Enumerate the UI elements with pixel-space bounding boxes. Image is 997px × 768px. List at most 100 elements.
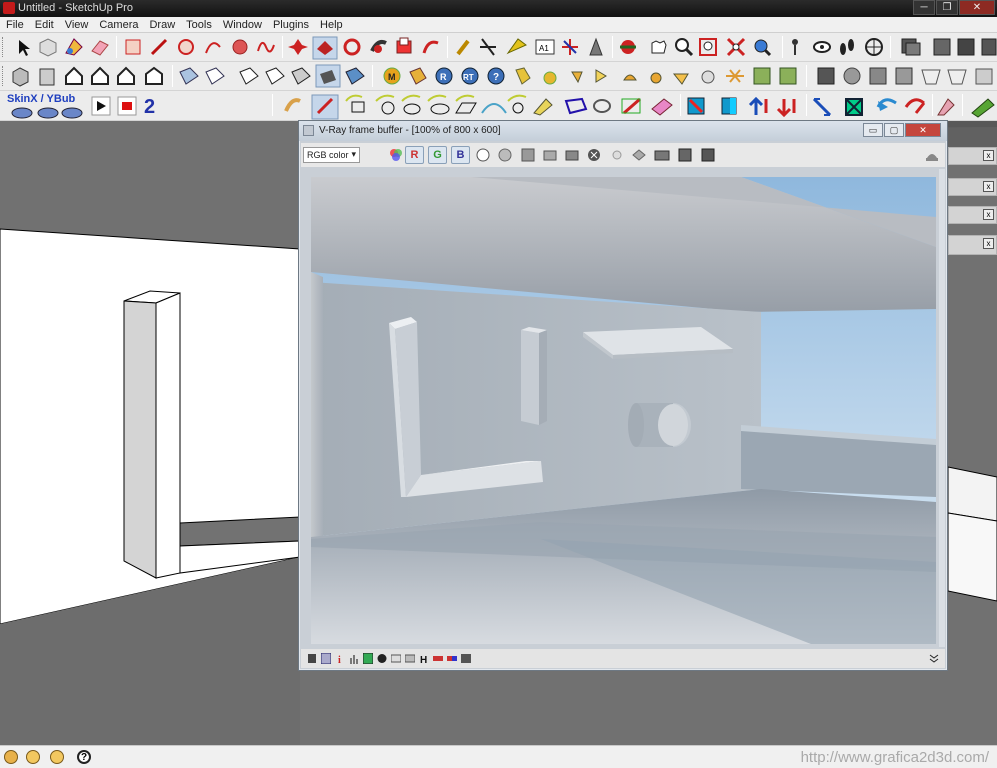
front-view-icon[interactable] [65, 66, 83, 85]
region-render-icon[interactable] [630, 146, 648, 164]
dimension-tool-icon[interactable] [480, 38, 496, 56]
fredoscale-icon[interactable] [621, 97, 641, 115]
menu-edit[interactable]: Edit [29, 17, 59, 32]
link-to-view-icon[interactable] [653, 146, 671, 164]
clear-image-icon[interactable] [541, 146, 559, 164]
vfb-close-button[interactable]: ✕ [905, 123, 941, 137]
vray-proxy-import-icon[interactable] [779, 67, 797, 85]
intersect-icon[interactable] [975, 68, 993, 85]
exposure-icon[interactable] [377, 653, 387, 664]
ab-compare-icon[interactable] [447, 653, 457, 664]
bezier-square-icon[interactable] [345, 94, 365, 113]
move-down-icon[interactable] [776, 99, 796, 118]
scale-tool-icon[interactable] [396, 37, 412, 54]
pan-tool-icon[interactable] [651, 40, 667, 54]
protractor-icon[interactable] [506, 38, 527, 55]
shaded-textures-style-icon[interactable] [315, 64, 341, 88]
histogram-icon[interactable] [349, 653, 359, 664]
vray-proxy-export-icon[interactable] [753, 67, 771, 85]
text-tool-icon[interactable]: A1 [535, 39, 555, 55]
show-corrections-icon[interactable] [676, 146, 694, 164]
erase-gradient-icon[interactable] [651, 98, 673, 116]
unfold-icon[interactable] [937, 98, 955, 116]
close-icon[interactable]: x [983, 150, 994, 161]
zoom-extents-icon[interactable] [726, 37, 746, 57]
vray-dome-light-icon[interactable] [701, 70, 715, 84]
materials-icon[interactable] [901, 38, 921, 56]
line-tool-icon[interactable] [150, 38, 168, 56]
bezier-settings-icon[interactable] [593, 99, 611, 113]
vray-options-icon[interactable] [409, 67, 427, 85]
tray-panel-1[interactable]: x [948, 147, 997, 165]
h-icon[interactable]: H [419, 653, 429, 664]
flip-icon[interactable] [845, 98, 863, 116]
vray-ies-light-icon[interactable] [672, 73, 689, 85]
arc-tool-icon[interactable] [205, 42, 221, 54]
maximize-button[interactable]: ❐ [936, 0, 958, 15]
rotate-left-icon[interactable] [876, 98, 897, 111]
vray-help-icon[interactable]: ? [487, 67, 505, 85]
push-pull-icon[interactable] [312, 36, 338, 60]
vfb-title-bar[interactable]: V-Ray frame buffer - [100% of 800 x 600]… [299, 121, 947, 141]
bezier-pen-icon[interactable] [533, 98, 553, 116]
save-image-icon[interactable] [519, 146, 537, 164]
section-display-icon[interactable] [817, 67, 835, 85]
close-button[interactable]: ✕ [959, 0, 995, 15]
vray-rt-render-icon[interactable]: RT [461, 67, 479, 85]
track-mouse-icon[interactable] [608, 146, 626, 164]
levels-icon[interactable] [321, 653, 331, 664]
alpha-channel-icon[interactable] [474, 146, 492, 164]
zoom-tool-icon[interactable] [675, 38, 694, 57]
vray-frame-buffer-window[interactable]: V-Ray frame buffer - [100% of 800 x 600]… [298, 120, 948, 671]
paint-bucket-icon[interactable] [65, 38, 83, 56]
component-tool-icon[interactable] [39, 38, 57, 57]
teapot-render-icon[interactable] [923, 146, 941, 164]
zoom-window-icon[interactable] [699, 38, 717, 56]
minimize-button[interactable]: ─ [913, 0, 935, 15]
skin-face-icon[interactable] [61, 107, 83, 119]
components-icon[interactable] [933, 38, 951, 56]
rendered-image[interactable] [311, 177, 936, 644]
credits-icon[interactable] [26, 750, 40, 764]
help-icon[interactable]: ? [77, 750, 91, 764]
right-view-icon[interactable] [91, 66, 109, 85]
layers-icon[interactable] [981, 38, 997, 56]
menu-window[interactable]: Window [217, 17, 267, 32]
tray-panel-4[interactable]: x [948, 235, 997, 255]
vray-spot-light-icon[interactable] [595, 69, 607, 83]
bezier-polygon-icon[interactable] [401, 94, 421, 115]
menu-camera[interactable]: Camera [93, 17, 143, 32]
ybub-icon[interactable] [37, 107, 59, 119]
pixel-info-icon[interactable] [699, 146, 717, 164]
tray-panel-3[interactable]: x [948, 206, 997, 224]
user-icon[interactable] [50, 750, 64, 764]
duplicate-to-host-icon[interactable] [563, 146, 581, 164]
skinx-icon[interactable] [11, 107, 33, 119]
styles-icon[interactable] [957, 38, 975, 56]
vfb-scrollbar[interactable] [939, 169, 945, 647]
circle-tool-icon[interactable] [178, 39, 194, 55]
iso-view-icon[interactable] [12, 67, 29, 87]
rotate-tool-icon[interactable] [343, 38, 361, 56]
left-view-icon[interactable] [145, 66, 163, 85]
bezier-parallelogram-icon[interactable] [455, 94, 477, 114]
green-channel-toggle[interactable]: G [428, 146, 447, 164]
paint-layer-icon[interactable] [971, 98, 995, 118]
xray-style-icon[interactable] [179, 67, 199, 85]
menu-view[interactable]: View [59, 17, 94, 32]
hidden-line-style-icon[interactable] [265, 67, 285, 85]
vray-frame-buffer-icon[interactable] [515, 67, 531, 85]
3d-text-icon[interactable] [589, 37, 603, 56]
fog-icon[interactable] [895, 67, 913, 85]
vray-material-editor-icon[interactable]: M [383, 67, 401, 85]
vray-rect-light-icon[interactable] [623, 74, 637, 81]
lens-effects-icon[interactable] [461, 653, 471, 664]
menu-tools[interactable]: Tools [180, 17, 217, 32]
close-icon[interactable]: x [983, 181, 994, 192]
edit-bezier-icon[interactable] [564, 97, 588, 115]
outer-shell-icon[interactable] [947, 69, 967, 85]
select-tool-icon[interactable] [19, 40, 30, 56]
color-curve-icon[interactable] [363, 653, 373, 664]
vray-sphere-icon[interactable] [543, 71, 557, 85]
menu-draw[interactable]: Draw [143, 17, 180, 32]
